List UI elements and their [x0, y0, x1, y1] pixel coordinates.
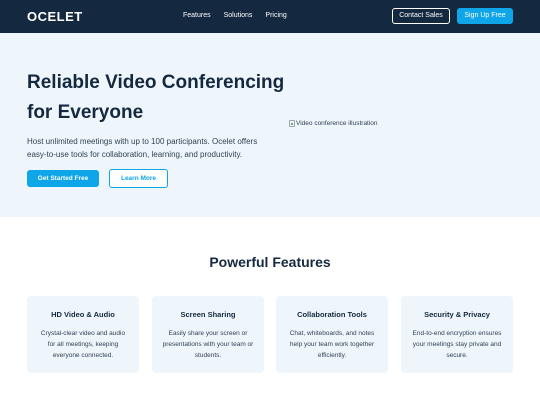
feature-card: Security & Privacy End-to-end encryption… [401, 296, 513, 373]
logo[interactable]: OCELET [27, 9, 83, 24]
feature-card-title: Security & Privacy [424, 310, 490, 319]
nav-link-solutions[interactable]: Solutions [224, 11, 253, 21]
nav-link-pricing[interactable]: Pricing [265, 11, 286, 21]
contact-sales-button[interactable]: Contact Sales [392, 8, 450, 24]
feature-card-title: Collaboration Tools [297, 310, 367, 319]
feature-card: Collaboration Tools Chat, whiteboards, a… [276, 296, 388, 373]
hero-description: Host unlimited meetings with up to 100 p… [27, 137, 258, 159]
hero-title: Reliable Video Conferencing for Everyone [27, 72, 285, 123]
feature-card: HD Video & Audio Crystal-clear video and… [27, 296, 139, 373]
feature-card: Screen Sharing Easily share your screen … [152, 296, 264, 373]
features-title: Powerful Features [209, 254, 331, 270]
feature-card-title: Screen Sharing [180, 310, 236, 319]
feature-card-title: HD Video & Audio [51, 310, 115, 319]
hero-image: Video conference illustration [289, 120, 378, 127]
top-navbar: OCELET Features Solutions Pricing Contac… [0, 0, 540, 33]
nav-link-features[interactable]: Features [183, 11, 211, 21]
feature-card-text: Chat, whiteboards, and notes help your t… [289, 330, 375, 359]
main-nav: Features Solutions Pricing [183, 11, 287, 21]
feature-card-text: Easily share your screen or presentation… [162, 330, 254, 359]
feature-card-text: End-to-end encryption ensures your meeti… [412, 330, 502, 359]
hero-image-alt-text: Video conference illustration [296, 120, 378, 127]
get-started-button[interactable]: Get Started Free [27, 170, 99, 187]
learn-more-button[interactable]: Learn More [109, 169, 168, 188]
sign-up-button[interactable]: Sign Up Free [457, 8, 513, 24]
feature-card-text: Crystal-clear video and audio for all me… [40, 330, 126, 359]
broken-image-icon [289, 120, 295, 127]
